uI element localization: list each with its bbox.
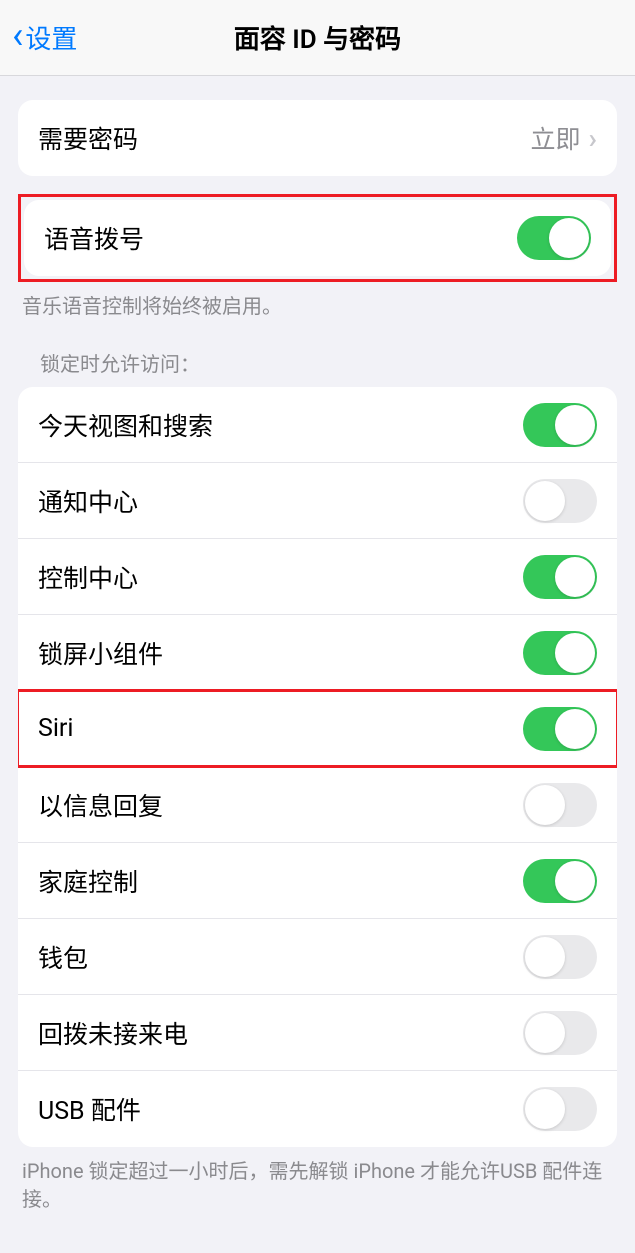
require-passcode-value: 立即 [531,120,581,156]
voice-dial-label: 语音拨号 [44,220,144,256]
lock-access-label: 回拨未接来电 [38,1015,188,1051]
lock-access-footer: iPhone 锁定超过一小时后，需先解锁 iPhone 才能允许USB 配件连接… [0,1147,635,1213]
voice-dial-footer: 音乐语音控制将始终被启用。 [0,282,635,320]
voice-dial-highlight: 语音拨号 [18,194,617,282]
lock-access-row: 家庭控制 [18,843,617,919]
lock-access-toggle[interactable] [523,403,597,447]
lock-access-label: 控制中心 [38,559,138,595]
lock-access-row: 锁屏小组件 [18,615,617,691]
back-label: 设置 [25,19,77,56]
lock-access-toggle[interactable] [523,935,597,979]
voice-dial-row: 语音拨号 [24,200,611,276]
lock-access-label: 今天视图和搜索 [38,407,213,443]
lock-access-label: Siri [38,714,73,743]
require-passcode-row[interactable]: 需要密码 立即 › [18,100,617,176]
lock-access-section: 锁定时允许访问： 今天视图和搜索通知中心控制中心锁屏小组件 Siri 以信息回复家庭… [18,348,617,1147]
lock-access-toggle[interactable] [523,1087,597,1131]
lock-access-label: 家庭控制 [38,863,138,899]
require-passcode-label: 需要密码 [38,120,138,156]
chevron-left-icon: ‹ [12,14,23,58]
lock-access-toggle[interactable] [523,859,597,903]
lock-access-row: USB 配件 [18,1071,617,1147]
lock-access-toggle[interactable] [523,631,597,675]
lock-access-row: 控制中心 [18,539,617,615]
lock-access-row: 以信息回复 [18,767,617,843]
page-title: 面容 ID 与密码 [234,19,401,56]
nav-header: ‹ 设置 面容 ID 与密码 [0,0,635,76]
lock-access-toggle[interactable] [523,1011,597,1055]
chevron-right-icon: › [589,122,597,155]
lock-access-row: 通知中心 [18,463,617,539]
lock-access-label: 通知中心 [38,483,138,519]
lock-access-header: 锁定时允许访问： [18,348,617,387]
back-button[interactable]: ‹ 设置 [0,18,77,58]
require-passcode-section: 需要密码 立即 › [18,100,617,176]
lock-access-label: 锁屏小组件 [38,635,163,671]
lock-access-row: 钱包 [18,919,617,995]
lock-access-row: 今天视图和搜索 [18,387,617,463]
lock-access-label: USB 配件 [38,1091,141,1127]
lock-access-toggle[interactable] [523,707,597,751]
lock-access-toggle[interactable] [523,479,597,523]
lock-access-row: 回拨未接来电 [18,995,617,1071]
voice-dial-toggle[interactable] [517,216,591,260]
lock-access-row: Siri [18,691,617,767]
lock-access-toggle[interactable] [523,555,597,599]
lock-access-toggle[interactable] [523,783,597,827]
lock-access-label: 以信息回复 [38,787,163,823]
lock-access-label: 钱包 [38,939,88,975]
